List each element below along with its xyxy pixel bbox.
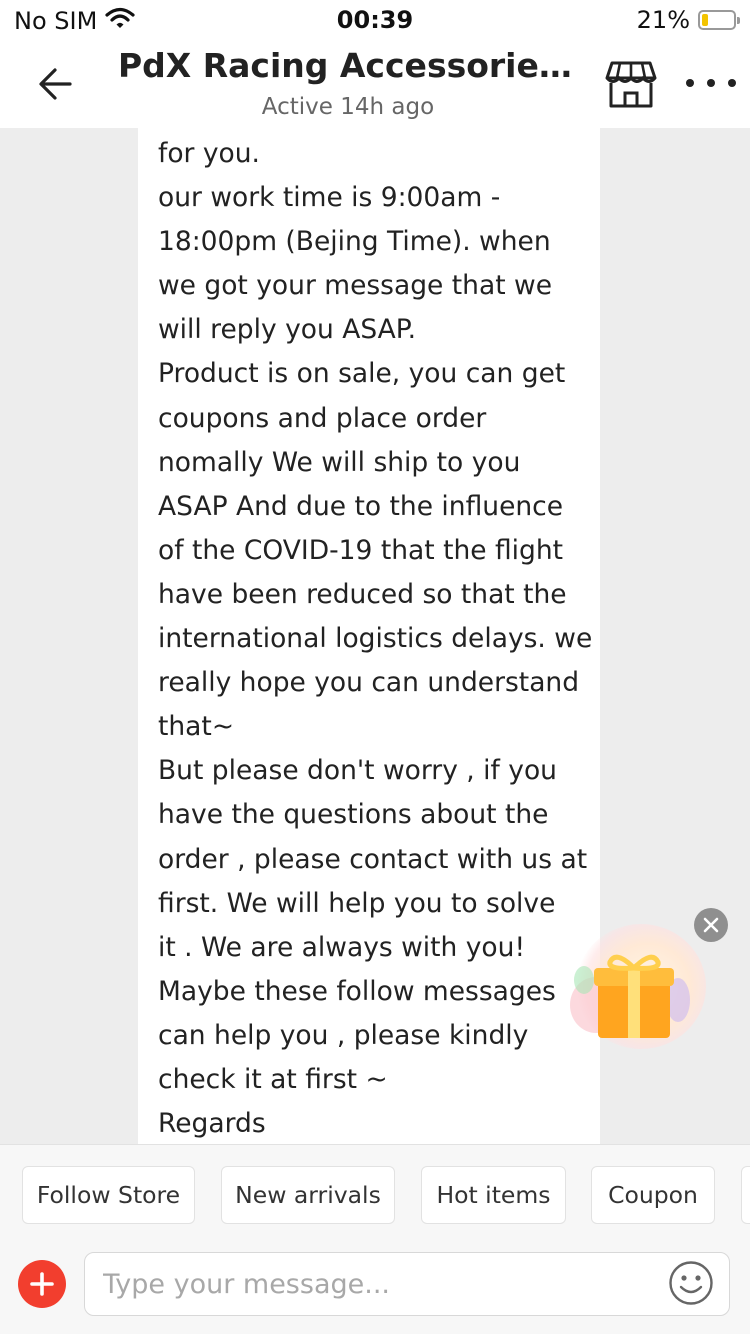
message-line: have been reduced so that the xyxy=(158,578,567,610)
message-line: nomally We will ship to you xyxy=(158,446,521,478)
quick-reply-new-arrivals[interactable]: New arrivals xyxy=(221,1166,395,1224)
plus-icon xyxy=(30,1272,54,1296)
message-line: Regards xyxy=(158,1108,266,1140)
message-line: first. We will help you to solve xyxy=(158,887,556,919)
store-name-title[interactable]: PdX Racing Accessories... xyxy=(118,46,578,85)
message-line: 18:00pm (Bejing Time). when xyxy=(158,226,551,258)
message-input[interactable] xyxy=(84,1252,730,1316)
close-icon xyxy=(703,917,719,933)
message-line: coupons and place order xyxy=(158,402,487,434)
message-line: order , please contact with us at xyxy=(158,843,588,875)
quick-reply-hot-items[interactable]: Hot items xyxy=(421,1166,566,1224)
add-attachment-button[interactable] xyxy=(18,1260,66,1308)
quick-reply-follow-store[interactable]: Follow Store xyxy=(22,1166,195,1224)
emoji-icon xyxy=(669,1261,713,1305)
store-button[interactable] xyxy=(604,60,658,110)
battery-fill xyxy=(702,14,708,26)
chat-header: PdX Racing Accessories... Active 14h ago xyxy=(0,40,750,128)
message-line: Maybe these follow messages xyxy=(158,975,556,1007)
message-line: will reply you ASAP. xyxy=(158,314,417,346)
emoji-button[interactable] xyxy=(668,1260,714,1306)
more-icon-dot xyxy=(728,79,736,87)
quick-reply-coupon[interactable]: Coupon xyxy=(591,1166,715,1224)
message-line: really hope you can understand xyxy=(158,667,580,699)
message-line: check it at first ~ xyxy=(158,1063,388,1095)
gift-icon xyxy=(570,954,690,1038)
message-line: But please don't worry , if you xyxy=(158,755,557,787)
message-line: ASAP And due to the influence xyxy=(158,490,564,522)
status-right: 21% xyxy=(636,6,740,34)
message-line: of the COVID-19 that the flight xyxy=(158,534,564,566)
message-line: can help you , please kindly xyxy=(158,1019,529,1051)
battery-percent: 21% xyxy=(636,6,690,34)
message-line: for you. xyxy=(158,138,260,169)
message-line: that~ xyxy=(158,711,235,743)
gift-floating-button[interactable] xyxy=(566,920,706,1050)
gift-close-button[interactable] xyxy=(694,908,728,942)
message-line: Product is on sale, you can get xyxy=(158,358,566,390)
battery-icon xyxy=(698,10,740,30)
message-bubble[interactable]: for you. our work time is 9:00am - 18:00pm… xyxy=(138,128,600,1144)
active-status: Active 14h ago xyxy=(261,94,435,120)
message-line: we got your message that we xyxy=(158,270,552,302)
status-bar: No SIM 00:39 21% xyxy=(0,0,750,40)
message-line: it . We are always with you! xyxy=(158,931,526,963)
quick-replies-bar: Follow Store New arrivals Hot items Coup… xyxy=(0,1144,750,1251)
quick-reply-more[interactable] xyxy=(741,1166,750,1224)
more-icon-dot xyxy=(707,79,715,87)
message-line: our work time is 9:00am - xyxy=(158,182,501,214)
message-text: for you. our work time is 9:00am - 18:00pm… xyxy=(158,132,593,1144)
back-arrow-icon xyxy=(39,68,72,100)
more-icon xyxy=(686,79,694,87)
back-button[interactable] xyxy=(30,58,82,110)
message-line: have the questions about the xyxy=(158,799,549,831)
message-line: international logistics delays. we xyxy=(158,623,593,655)
store-icon xyxy=(605,61,657,108)
more-options-button[interactable] xyxy=(686,68,736,98)
input-bar xyxy=(0,1250,750,1334)
